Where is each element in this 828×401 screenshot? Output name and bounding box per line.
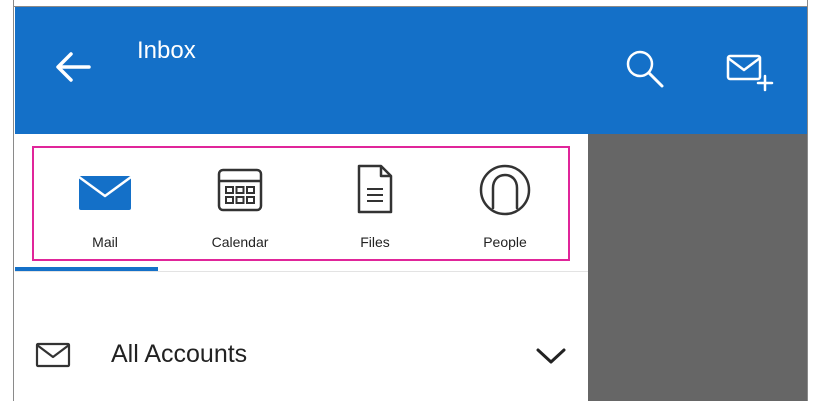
frame-left-border xyxy=(0,0,14,401)
search-button[interactable] xyxy=(623,47,667,91)
account-label: All Accounts xyxy=(111,340,248,368)
app-header: Inbox xyxy=(15,7,807,134)
back-button[interactable] xyxy=(53,47,93,87)
mail-icon xyxy=(78,175,132,210)
app-calendar-button[interactable]: Calendar xyxy=(180,148,300,259)
file-icon xyxy=(357,164,393,214)
navigation-pane: Mail Calendar Files People All Accounts xyxy=(15,134,588,401)
app-label-mail: Mail xyxy=(92,234,118,250)
arrow-left-icon xyxy=(56,52,91,82)
app-mail-button[interactable]: Mail xyxy=(45,148,165,259)
app-label-calendar: Calendar xyxy=(211,234,269,250)
app-files-button[interactable]: Files xyxy=(315,148,435,259)
search-icon xyxy=(626,50,664,88)
envelope-icon xyxy=(35,342,71,368)
page-title: Inbox xyxy=(137,37,196,64)
divider xyxy=(15,271,588,272)
app-label-files: Files xyxy=(360,234,390,250)
app-label-people: People xyxy=(483,234,527,250)
new-mail-icon xyxy=(726,54,774,92)
chevron-down-icon[interactable] xyxy=(535,346,567,366)
frame-top-border xyxy=(0,0,828,7)
app-people-button[interactable]: People xyxy=(445,148,565,259)
app-window: Inbox Mail Calendar Files People All Acc… xyxy=(0,0,828,401)
app-switcher: Mail Calendar Files People xyxy=(32,146,570,261)
dimmed-overlay[interactable] xyxy=(588,134,807,401)
calendar-icon xyxy=(217,168,263,212)
frame-right-border xyxy=(807,0,828,401)
compose-button[interactable] xyxy=(725,47,781,97)
person-icon xyxy=(479,164,531,216)
all-accounts-row[interactable]: All Accounts xyxy=(15,324,588,388)
